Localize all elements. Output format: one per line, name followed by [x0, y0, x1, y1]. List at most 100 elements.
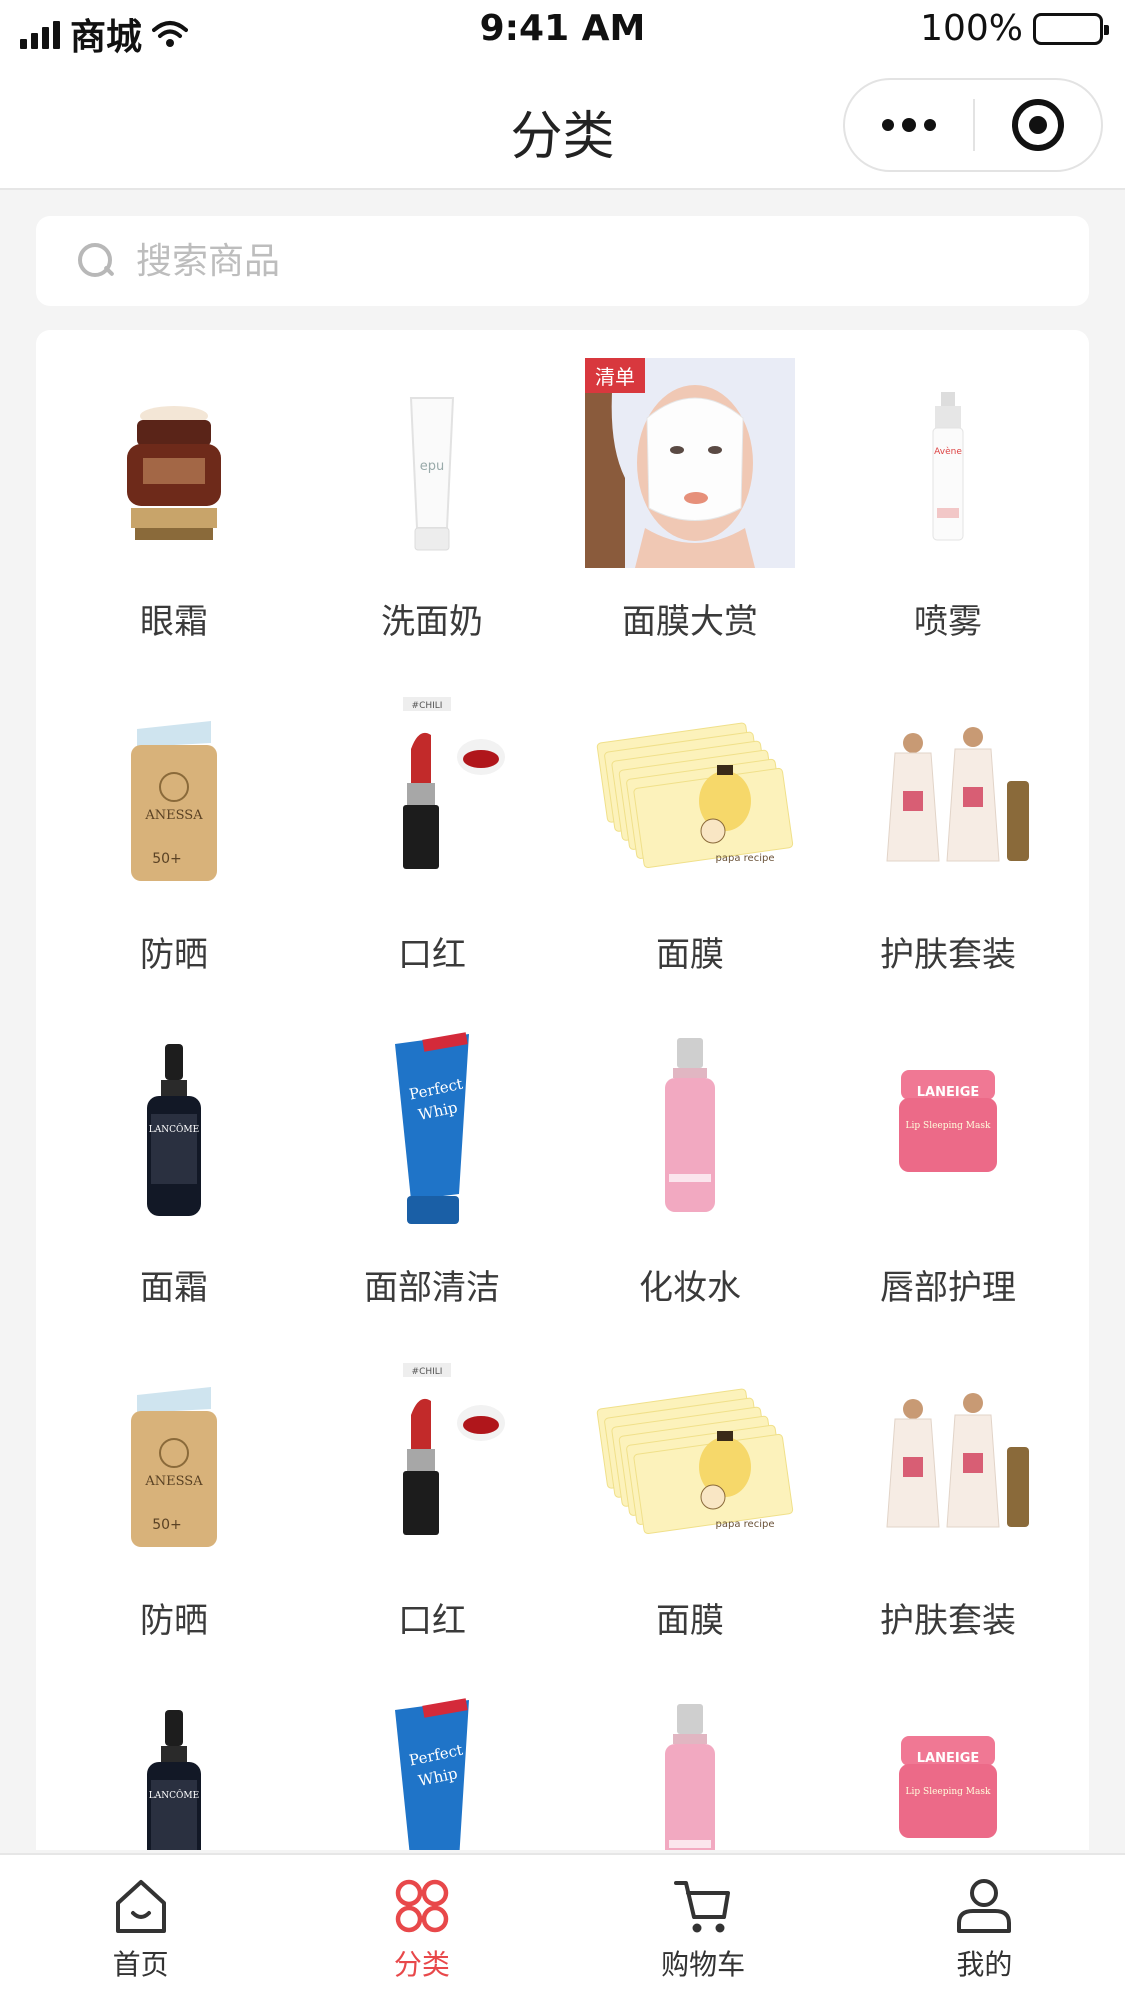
sunscreen-bottle-image: ANESSA 50+ — [69, 691, 279, 901]
serum-bottle-image: LANCÔME — [69, 1690, 279, 1850]
battery-icon — [1033, 12, 1109, 45]
mask-packets-image: papa recipe — [585, 1357, 795, 1567]
toner-bottle-image — [585, 1690, 795, 1850]
search-bar[interactable] — [36, 216, 1089, 306]
svg-text:#CHILI: #CHILI — [412, 1367, 443, 1377]
svg-text:ANESSA: ANESSA — [144, 1474, 203, 1489]
svg-text:LANEIGE: LANEIGE — [917, 1751, 980, 1766]
skincare-set-image — [843, 1357, 1053, 1567]
toner-bottle-image — [585, 1024, 795, 1234]
svg-text:Lip Sleeping Mask: Lip Sleeping Mask — [906, 1121, 991, 1131]
lip-mask-jar-image: LANEIGE Lip Sleeping Mask — [843, 1024, 1053, 1234]
nav-bar: 分类 — [0, 58, 1125, 190]
category-item[interactable]: 化妆水 — [561, 1024, 819, 1357]
category-item[interactable]: papa recipe 面膜 — [561, 691, 819, 1024]
tab-category-label: 分类 — [393, 1948, 450, 1981]
category-label: 面膜 — [656, 1601, 724, 1641]
category-label: 口红 — [398, 1601, 466, 1641]
category-icon — [395, 1879, 449, 1933]
foam-cleanser-image: Perfect Whip — [327, 1690, 537, 1850]
svg-text:#CHILI: #CHILI — [412, 701, 443, 711]
category-item[interactable]: ANESSA 50+ 防晒 — [45, 1357, 303, 1690]
target-icon — [1011, 99, 1064, 151]
category-item[interactable]: ANESSA 50+ 防晒 — [45, 691, 303, 1024]
category-item[interactable]: LANCÔME — [45, 1690, 303, 1850]
tab-profile[interactable]: 我的 — [844, 1855, 1125, 2001]
foam-cleanser-image: Perfect Whip — [327, 1024, 537, 1234]
category-label: 唇部护理 — [880, 1268, 1016, 1308]
category-grid-card: 眼霜 epu 洗面奶 清单面膜大赏 Avène 喷雾 ANESSA 50+ 防晒 #CHILI 口红… — [36, 330, 1089, 1850]
category-item[interactable]: LANEIGE Lip Sleeping Mask 唇部护理 — [819, 1024, 1077, 1357]
svg-text:50+: 50+ — [152, 851, 182, 867]
category-label: 口红 — [398, 935, 466, 975]
category-item[interactable]: 眼霜 — [45, 358, 303, 691]
user-icon — [957, 1879, 1012, 1933]
sunscreen-bottle-image: ANESSA 50+ — [69, 1357, 279, 1567]
sheet-mask-model-image: 清单 — [585, 358, 795, 568]
battery-percent: 100% — [920, 8, 1023, 49]
category-item[interactable]: LANCÔME 面霜 — [45, 1024, 303, 1357]
svg-text:papa recipe: papa recipe — [716, 1519, 775, 1530]
skincare-set-image — [843, 691, 1053, 901]
tab-home-label: 首页 — [112, 1948, 169, 1981]
svg-text:papa recipe: papa recipe — [716, 853, 775, 864]
category-label: 面部清洁 — [364, 1268, 500, 1308]
home-icon — [115, 1880, 166, 1933]
list-tag: 清单 — [585, 358, 645, 393]
category-item[interactable] — [561, 1690, 819, 1850]
tab-home[interactable]: 首页 — [0, 1855, 281, 2001]
serum-bottle-image: LANCÔME — [69, 1024, 279, 1234]
category-label: 面膜大赏 — [622, 602, 758, 642]
svg-text:LANCÔME: LANCÔME — [149, 1123, 199, 1135]
cleanser-tube-image: epu — [327, 358, 537, 568]
search-input[interactable] — [136, 240, 936, 282]
category-label: 洗面奶 — [381, 602, 483, 642]
spray-can-image: Avène — [843, 358, 1053, 568]
svg-text:Lip Sleeping Mask: Lip Sleeping Mask — [906, 1787, 991, 1797]
status-bar: 商城 9:41 AM 100% — [0, 0, 1125, 58]
category-item[interactable]: 护肤套装 — [819, 1357, 1077, 1690]
category-label: 面膜 — [656, 935, 724, 975]
category-label: 喷雾 — [914, 602, 982, 642]
lip-mask-jar-image: LANEIGE Lip Sleeping Mask — [843, 1690, 1053, 1850]
category-item[interactable]: Avène 喷雾 — [819, 358, 1077, 691]
category-item[interactable]: 清单面膜大赏 — [561, 358, 819, 691]
category-item[interactable]: #CHILI 口红 — [303, 1357, 561, 1690]
tab-bar: 首页 分类 购物车 我的 — [0, 1853, 1125, 2001]
category-item[interactable]: epu 洗面奶 — [303, 358, 561, 691]
category-item[interactable]: LANEIGE Lip Sleeping Mask — [819, 1690, 1077, 1850]
category-item[interactable]: 护肤套装 — [819, 691, 1077, 1024]
search-icon — [76, 241, 116, 281]
category-label: 面霜 — [140, 1268, 208, 1308]
close-miniprogram-button[interactable] — [975, 80, 1101, 170]
miniprogram-capsule — [843, 78, 1103, 172]
eye-cream-jar-image — [69, 358, 279, 568]
category-item[interactable]: Perfect Whip 面部清洁 — [303, 1024, 561, 1357]
category-label: 眼霜 — [140, 602, 208, 642]
category-grid: 眼霜 epu 洗面奶 清单面膜大赏 Avène 喷雾 ANESSA 50+ 防晒 #CHILI 口红… — [36, 330, 1089, 1850]
svg-text:LANCÔME: LANCÔME — [149, 1789, 199, 1801]
tab-cart[interactable]: 购物车 — [563, 1855, 844, 2001]
category-label: 护肤套装 — [880, 1601, 1016, 1641]
svg-text:epu: epu — [420, 459, 445, 474]
lipstick-image: #CHILI — [327, 1357, 537, 1567]
battery-status: 100% — [920, 8, 1109, 49]
cart-icon — [674, 1881, 731, 1933]
svg-text:Avène: Avène — [934, 446, 962, 457]
category-item[interactable]: Perfect Whip — [303, 1690, 561, 1850]
category-label: 化妆水 — [639, 1268, 741, 1308]
lipstick-image: #CHILI — [327, 691, 537, 901]
tab-category[interactable]: 分类 — [281, 1855, 562, 2001]
category-item[interactable]: papa recipe 面膜 — [561, 1357, 819, 1690]
category-label: 护肤套装 — [880, 935, 1016, 975]
svg-text:LANEIGE: LANEIGE — [917, 1085, 980, 1100]
svg-text:50+: 50+ — [152, 1517, 182, 1533]
more-menu-button[interactable] — [845, 80, 973, 170]
tab-cart-label: 购物车 — [661, 1948, 746, 1981]
mask-packets-image: papa recipe — [585, 691, 795, 901]
svg-text:ANESSA: ANESSA — [144, 808, 203, 823]
tab-profile-label: 我的 — [956, 1948, 1013, 1981]
category-item[interactable]: #CHILI 口红 — [303, 691, 561, 1024]
category-label: 防晒 — [140, 1601, 208, 1641]
category-label: 防晒 — [140, 935, 208, 975]
